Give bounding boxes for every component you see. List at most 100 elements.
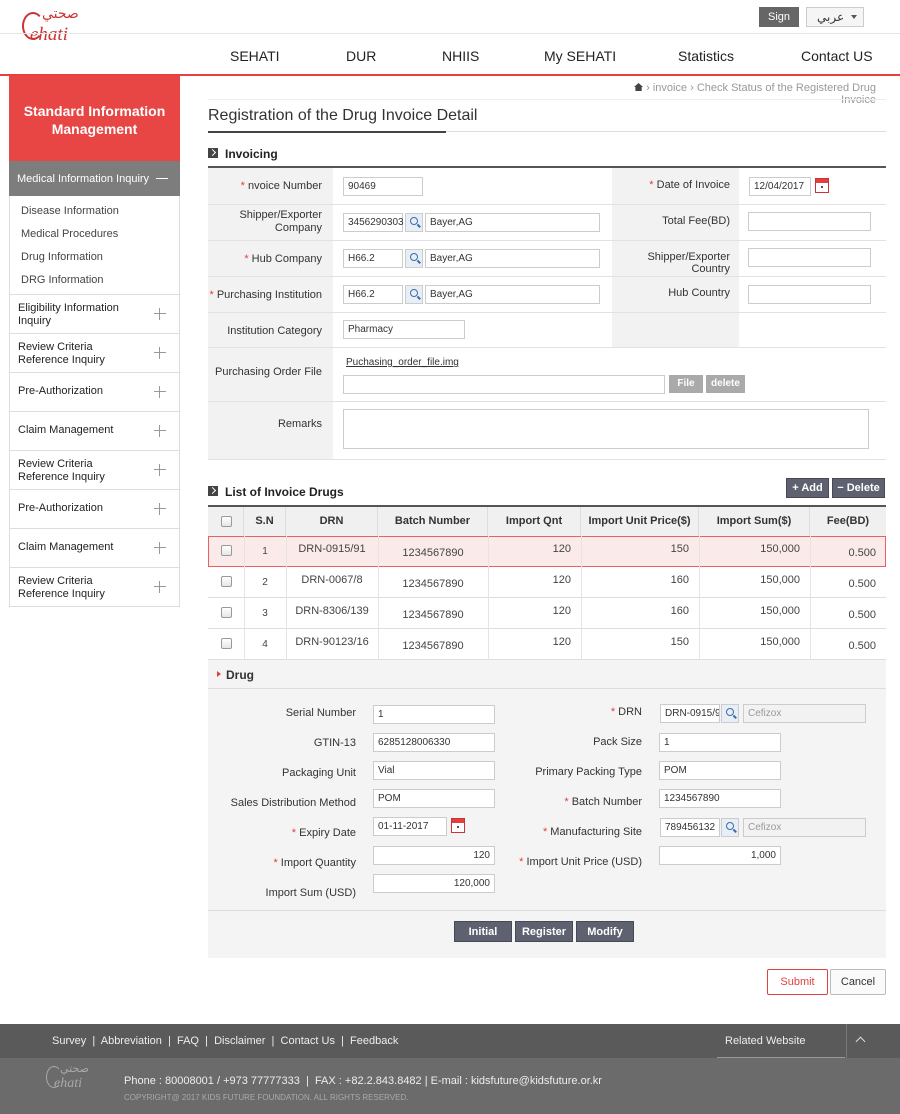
footer-link-survey[interactable]: Survey xyxy=(52,1035,86,1047)
nav-dur[interactable]: DUR xyxy=(346,48,376,64)
nav-nhiis[interactable]: NHIIS xyxy=(442,48,479,64)
cell-batch: 1234567890 xyxy=(402,609,464,621)
footer-link-contact[interactable]: Contact Us xyxy=(281,1035,335,1047)
sidebar-item-review-criteria[interactable]: Review Criteria Reference Inquiry xyxy=(9,568,180,607)
search-icon[interactable] xyxy=(405,285,423,304)
breadcrumb-invoice[interactable]: invoice xyxy=(653,82,687,94)
sidebar-item-pre-authorization[interactable]: Pre-Authorization xyxy=(9,490,180,529)
nav-statistics[interactable]: Statistics xyxy=(678,48,734,64)
hub-country-input[interactable] xyxy=(748,285,871,304)
cell-batch: 1234567890 xyxy=(402,547,464,559)
register-button[interactable]: Register xyxy=(515,921,573,942)
submit-button[interactable]: Submit xyxy=(767,969,828,995)
related-website-toggle[interactable] xyxy=(846,1024,876,1058)
nav-sehati[interactable]: SEHATI xyxy=(230,48,280,64)
cell-fee: 0.500 xyxy=(848,578,876,590)
packaging-unit-input[interactable]: Vial xyxy=(373,761,495,780)
import-unit-price-input[interactable]: 1,000 xyxy=(659,846,781,865)
search-icon[interactable] xyxy=(721,818,739,837)
search-icon[interactable] xyxy=(721,704,739,723)
manufacturing-code-input[interactable]: 789456132 xyxy=(660,818,720,837)
hub-name-input[interactable]: Bayer,AG xyxy=(425,249,600,268)
footer-contact: Phone : 80008001 / +973 77777333 | FAX :… xyxy=(124,1075,602,1087)
po-file-input[interactable] xyxy=(343,375,665,394)
sidebar-item-claim-management[interactable]: Claim Management xyxy=(9,529,180,568)
import-quantity-input[interactable]: 120 xyxy=(373,846,495,865)
file-button[interactable]: File xyxy=(669,375,703,393)
sidebar-item-pre-authorization[interactable]: Pre-Authorization xyxy=(9,373,180,412)
row-checkbox[interactable] xyxy=(221,638,232,649)
modify-button[interactable]: Modify xyxy=(576,921,634,942)
date-of-invoice-input[interactable]: 12/04/2017 xyxy=(749,177,811,196)
related-website-select[interactable]: Related Website xyxy=(717,1024,845,1058)
search-icon[interactable] xyxy=(405,213,423,232)
shipper-name-input[interactable]: Bayer,AG xyxy=(425,213,600,232)
sidebar-item-review-criteria[interactable]: Review Criteria Reference Inquiry xyxy=(9,451,180,490)
search-icon[interactable] xyxy=(405,249,423,268)
batch-number-input[interactable]: 1234567890 xyxy=(659,789,781,808)
cell-sn: 2 xyxy=(262,577,268,588)
add-button[interactable]: + Add xyxy=(786,478,829,498)
initial-button[interactable]: Initial xyxy=(454,921,512,942)
sidebar-item-claim-management[interactable]: Claim Management xyxy=(9,412,180,451)
date-of-invoice-label: * Date of Invoice xyxy=(649,179,730,191)
total-fee-input[interactable] xyxy=(748,212,871,231)
category-input[interactable]: Pharmacy xyxy=(343,320,465,339)
expiry-date-input[interactable]: 01-11-2017 xyxy=(373,817,447,836)
sign-button[interactable]: Sign xyxy=(759,7,799,27)
cancel-button[interactable]: Cancel xyxy=(830,969,886,995)
column-divider xyxy=(810,536,811,567)
select-all-checkbox[interactable] xyxy=(221,516,232,527)
pack-size-input[interactable]: 1 xyxy=(659,733,781,752)
sidebar-item-eligibility[interactable]: Eligibility Information Inquiry xyxy=(9,295,180,334)
po-file-link[interactable]: Puchasing_order_file.img xyxy=(346,357,459,368)
cell-price: 160 xyxy=(670,574,689,586)
cell-batch: 1234567890 xyxy=(402,578,464,590)
invoice-number-input[interactable]: 90469 xyxy=(343,177,423,196)
column-header-unit-price: Import Unit Price($) xyxy=(581,507,699,536)
sidebar-subitem-medical-procedures[interactable]: Medical Procedures xyxy=(21,228,118,240)
footer-link-feedback[interactable]: Feedback xyxy=(350,1035,398,1047)
row-checkbox[interactable] xyxy=(221,576,232,587)
nav-contact-us[interactable]: Contact US xyxy=(801,48,873,64)
column-divider xyxy=(699,629,700,660)
import-sum-input[interactable]: 120,000 xyxy=(373,874,495,893)
column-divider xyxy=(699,598,700,629)
footer-link-abbreviation[interactable]: Abbreviation xyxy=(101,1035,162,1047)
column-divider xyxy=(810,567,811,598)
sales-method-input[interactable]: POM xyxy=(373,789,495,808)
cell-drn: DRN-0067/8 xyxy=(301,574,363,586)
primary-packing-input[interactable]: POM xyxy=(659,761,781,780)
header-select-all xyxy=(208,507,244,536)
sidebar-item-medical-information-inquiry[interactable]: Medical Information Inquiry xyxy=(9,161,180,196)
footer-link-faq[interactable]: FAQ xyxy=(177,1035,199,1047)
sidebar-subitem-disease[interactable]: Disease Information xyxy=(21,205,119,217)
shipper-code-input[interactable]: 3456290303 xyxy=(343,213,404,232)
page-title: Registration of the Drug Invoice Detail xyxy=(208,107,478,124)
row-checkbox[interactable] xyxy=(221,545,232,556)
row-checkbox[interactable] xyxy=(221,607,232,618)
delete-button[interactable]: − Delete xyxy=(832,478,885,498)
drn-input[interactable]: DRN-0915/91 xyxy=(660,704,720,723)
sidebar-subitem-drg[interactable]: DRG Information xyxy=(21,274,104,286)
row-divider xyxy=(208,312,886,313)
column-divider xyxy=(488,536,489,567)
plus-icon xyxy=(154,464,166,476)
home-icon[interactable] xyxy=(634,83,644,91)
purchasing-code-input[interactable]: H66.2 xyxy=(343,285,403,304)
gtin-input[interactable]: 6285128006330 xyxy=(373,733,495,752)
sehati-logo[interactable]: صحتي ehati xyxy=(22,7,79,45)
language-select[interactable]: عربي xyxy=(806,7,864,27)
serial-input[interactable]: 1 xyxy=(373,705,495,724)
calendar-icon[interactable] xyxy=(815,178,829,193)
hub-code-input[interactable]: H66.2 xyxy=(343,249,403,268)
footer-link-disclaimer[interactable]: Disclaimer xyxy=(214,1035,265,1047)
calendar-icon[interactable] xyxy=(451,818,465,833)
delete-file-button[interactable]: delete xyxy=(706,375,745,393)
remarks-textarea[interactable] xyxy=(343,409,869,449)
sidebar-item-review-criteria[interactable]: Review Criteria Reference Inquiry xyxy=(9,334,180,373)
purchasing-name-input[interactable]: Bayer,AG xyxy=(425,285,600,304)
shipper-country-input[interactable] xyxy=(748,248,871,267)
sidebar-subitem-drug-information[interactable]: Drug Information xyxy=(21,251,103,263)
nav-my-sehati[interactable]: My SEHATI xyxy=(544,48,616,64)
